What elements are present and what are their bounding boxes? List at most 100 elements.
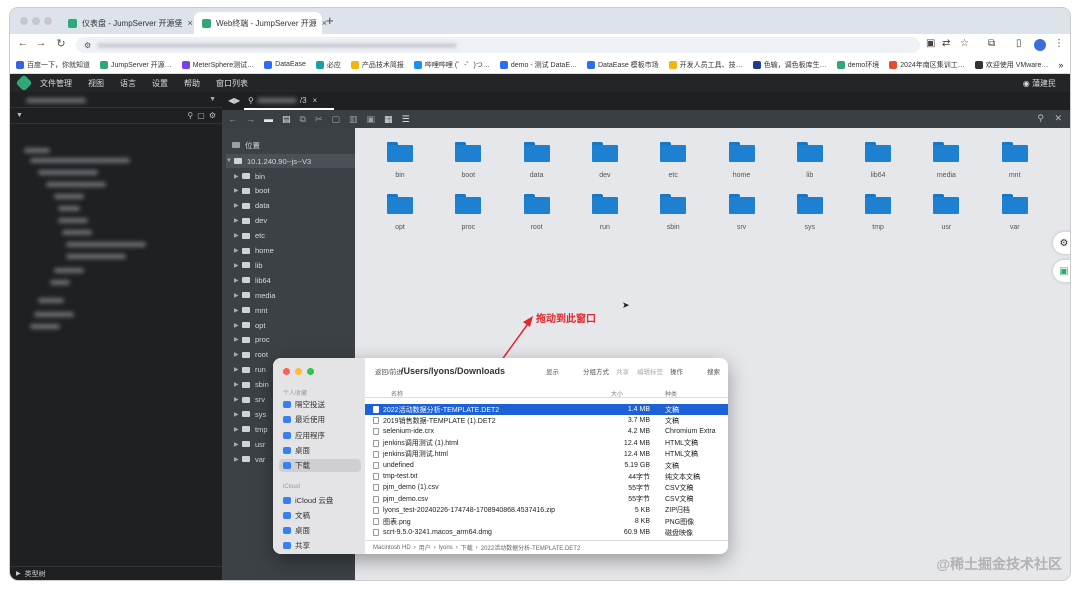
tab-web-terminal[interactable]: Web终端 - JumpServer 开源 × (194, 12, 327, 34)
folder-label[interactable]: srv (712, 224, 772, 231)
path-segment[interactable]: lyons (439, 545, 453, 551)
back-icon[interactable]: ← (14, 37, 32, 49)
bookmark-item[interactable]: 开发人员工具、技… (668, 60, 743, 70)
upload-icon[interactable]: ▤ (282, 114, 291, 125)
paste-icon[interactable]: ▢ (332, 114, 341, 125)
file-row[interactable]: pjm_demo (1).csv 55字节 CSV文稿 (365, 482, 728, 493)
new-folder-icon[interactable]: ▬ (264, 114, 273, 124)
folder-label[interactable]: data (507, 172, 567, 179)
tree-item[interactable]: ▶ var (234, 452, 265, 466)
path-segment[interactable]: Macintosh HD (373, 545, 411, 551)
bookmark-item[interactable]: demo环境 (836, 60, 879, 70)
edit-tags-button[interactable]: 编辑标签 (637, 366, 663, 376)
rename-icon[interactable]: ▣ (367, 114, 376, 125)
redacted-tree-item[interactable] (54, 194, 84, 199)
close-icon[interactable]: × (313, 96, 318, 105)
folder-icon[interactable] (933, 142, 960, 162)
redacted-tree-item[interactable] (38, 170, 98, 175)
bookmark-item[interactable]: DataEase (264, 60, 306, 69)
file-row[interactable]: pjm_demo.csv 55字节 CSV文稿 (365, 494, 728, 505)
redacted-tree-item[interactable] (66, 254, 126, 259)
menu-help[interactable]: 帮助 (184, 78, 200, 89)
bookmark-item[interactable]: 哔哩哔哩 (゜-゜)つ… (413, 60, 490, 70)
folder-icon[interactable] (523, 142, 550, 162)
folder-label[interactable]: tmp (848, 224, 908, 231)
folder-label[interactable]: proc (438, 224, 498, 231)
user-menu[interactable]: ◉ 蒲建民 (1023, 78, 1056, 89)
file-row[interactable]: selenium-ide.crx 4.2 MB Chromium Extra (365, 426, 728, 437)
folder-icon[interactable] (728, 194, 755, 214)
file-row[interactable]: jenkins调用测试 (1).html 12.4 MB HTML文稿 (365, 438, 728, 449)
folder-label[interactable]: root (507, 224, 567, 231)
folder-icon[interactable] (660, 142, 687, 162)
minimize-window-button[interactable] (295, 368, 302, 375)
menu-view[interactable]: 视图 (88, 78, 104, 89)
sidebar-icon[interactable]: ▯ (1016, 38, 1022, 49)
folder-icon[interactable] (591, 194, 618, 214)
settings-float-button[interactable]: ⚙ (1053, 232, 1070, 254)
column-name[interactable]: 名称 (391, 389, 403, 398)
folder-label[interactable]: mnt (985, 172, 1045, 179)
bookmark-item[interactable]: JumpServer 开源… (100, 60, 172, 70)
new-tab-button[interactable]: + (326, 13, 334, 28)
tree-root[interactable]: ▼ 10.1.240.90--js--V3 (226, 154, 355, 168)
folder-label[interactable]: usr (916, 224, 976, 231)
redacted-tree-item[interactable] (62, 230, 92, 235)
bookmark-item[interactable]: 必应 (315, 60, 341, 70)
path-segment[interactable]: 用户 (419, 543, 431, 552)
delete-icon[interactable]: ▥ (349, 114, 358, 125)
back-forward-button[interactable]: 返回/前进 (375, 366, 403, 376)
folder-label[interactable]: var (985, 224, 1045, 231)
tree-item[interactable]: ▶ boot (234, 184, 270, 198)
folder-icon[interactable] (387, 142, 413, 162)
refresh-icon[interactable]: ▢ (197, 111, 205, 120)
file-row[interactable]: tmp-test.txt 44字节 纯文本文稿 (365, 471, 728, 482)
file-row[interactable]: lyons_test-20240226-174748-1708940868.45… (365, 505, 728, 516)
bookmark-item[interactable]: 2024年南区集训工… (889, 60, 965, 70)
file-row[interactable]: 图表.png 8 KB PNG图像 (365, 516, 728, 527)
chat-float-button[interactable]: ▣ (1053, 260, 1070, 282)
copy-icon[interactable]: ⧉ (300, 114, 306, 125)
redacted-tree-item[interactable] (46, 182, 106, 187)
redacted-tree-item[interactable] (58, 218, 88, 223)
sidebar-item-airdrop[interactable]: 隔空投送 (279, 398, 361, 411)
folder-icon[interactable] (660, 194, 687, 214)
file-row[interactable]: undefined 5.19 GB 文稿 (365, 460, 728, 471)
folder-label[interactable]: media (916, 172, 976, 179)
settings-icon[interactable]: ⚙ (209, 111, 216, 120)
tree-item[interactable]: ▶ proc (234, 333, 270, 347)
sidebar-item-recents[interactable]: 最近使用 (279, 413, 361, 426)
sidebar-item-applications[interactable]: 应用程序 (279, 429, 361, 442)
file-row[interactable]: 2019销售数据-TEMPLATE (1).DET2 3.7 MB 文稿 (365, 415, 728, 426)
folder-label[interactable]: dev (575, 172, 635, 179)
folder-label[interactable]: lib64 (848, 172, 908, 179)
tree-item[interactable]: ▶ usr (234, 437, 265, 451)
search-icon[interactable]: ⚲ (187, 111, 193, 120)
sidebar-item-desktop[interactable]: 桌面 (279, 444, 361, 457)
redacted-tree-item[interactable] (58, 206, 80, 211)
bookmark-item[interactable]: DataEase 模板市场 (587, 60, 659, 70)
tree-item[interactable]: ▶ opt (234, 318, 265, 332)
folder-label[interactable]: sbin (643, 224, 703, 231)
redacted-tree-item[interactable] (38, 298, 64, 303)
menu-settings[interactable]: 设置 (152, 78, 168, 89)
share-button[interactable]: 共享 (616, 366, 629, 376)
tree-item[interactable]: ▶ mnt (234, 303, 268, 317)
tab-scroll-icon[interactable]: ◀▶ (228, 96, 240, 105)
bookmark-item[interactable]: 色输，调色板库生… (752, 60, 827, 70)
sidebar-item-documents[interactable]: 文稿 (279, 509, 361, 522)
close-icon[interactable]: ✕ (1054, 113, 1062, 124)
search-icon[interactable]: ⚲ (1037, 113, 1044, 124)
menu-file-manager[interactable]: 文件管理 (40, 78, 72, 89)
redacted-tree-item[interactable] (24, 148, 50, 153)
bookmark-item[interactable]: 百度一下，你就知道 (16, 60, 90, 70)
folder-label[interactable]: home (712, 172, 772, 179)
list-view-icon[interactable]: ☰ (402, 114, 410, 125)
tree-item[interactable]: ▶ bin (234, 169, 265, 183)
more-menu-icon[interactable]: ⋮ (1054, 38, 1064, 49)
bookmark-item[interactable]: MeterSphere测试… (181, 60, 254, 70)
tree-item[interactable]: ▶ data (234, 199, 270, 213)
tree-item[interactable]: ▶ sys (234, 407, 266, 421)
address-bar[interactable]: ⚙ (76, 37, 920, 53)
close-window-button[interactable] (283, 368, 290, 375)
